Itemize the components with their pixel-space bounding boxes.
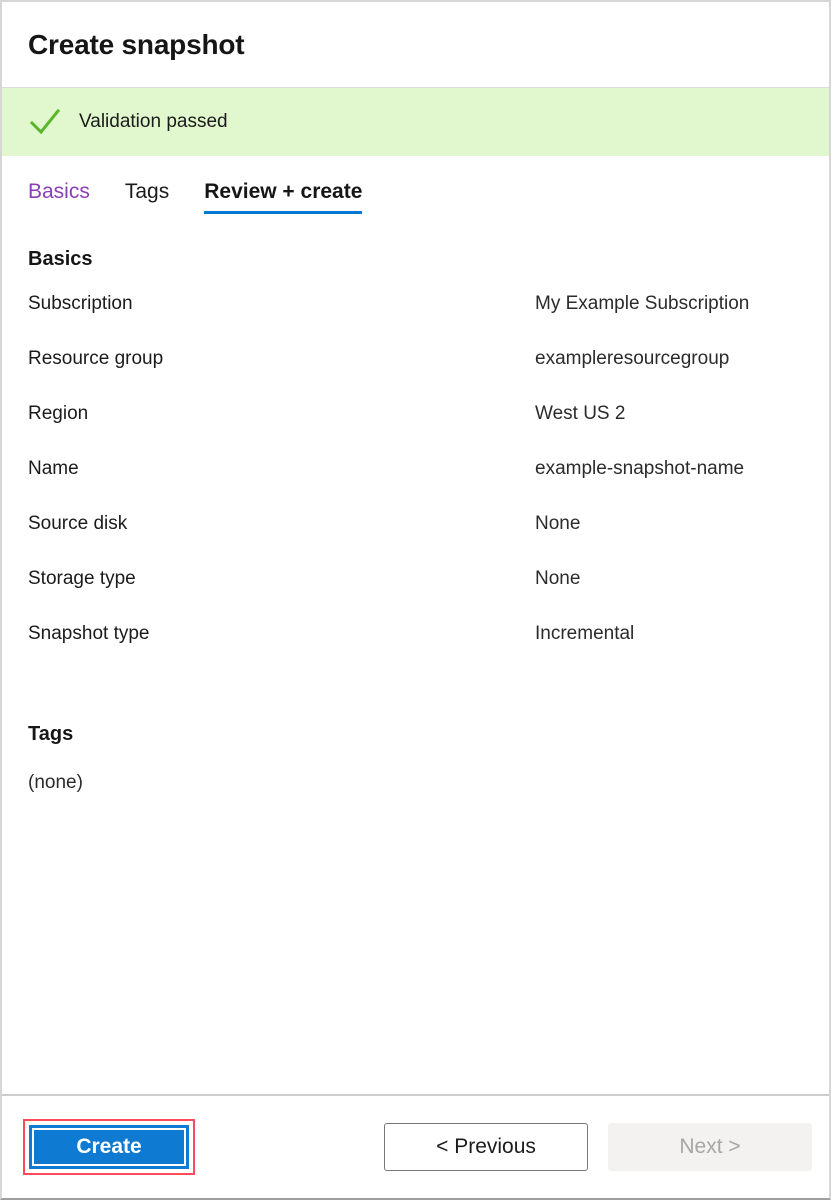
page-title: Create snapshot: [28, 29, 244, 61]
row-label-snapshot-type: Snapshot type: [28, 623, 535, 645]
table-row: Resource group exampleresourcegroup: [28, 348, 803, 403]
table-row: Name example-snapshot-name: [28, 458, 803, 513]
table-row: Region West US 2: [28, 403, 803, 458]
tab-review-create[interactable]: Review + create: [204, 179, 362, 214]
table-row: Source disk None: [28, 513, 803, 568]
validation-banner: Validation passed: [2, 88, 829, 156]
table-row: Snapshot type Incremental: [28, 623, 803, 678]
create-button-label: Create: [76, 1135, 141, 1159]
row-value-source-disk: None: [535, 513, 580, 535]
row-label-name: Name: [28, 458, 535, 480]
basics-summary-list: Subscription My Example Subscription Res…: [28, 293, 803, 678]
row-value-subscription: My Example Subscription: [535, 293, 749, 315]
blade-footer: Create < Previous Next >: [2, 1094, 829, 1198]
next-button: Next >: [608, 1123, 812, 1171]
create-snapshot-blade: Create snapshot Validation passed Basics…: [0, 0, 831, 1200]
basics-section-title: Basics: [28, 248, 803, 271]
next-button-label: Next >: [679, 1135, 740, 1159]
row-value-snapshot-type: Incremental: [535, 623, 634, 645]
create-button-highlight: Create: [23, 1119, 195, 1175]
wizard-nav-buttons: < Previous Next >: [384, 1123, 829, 1171]
blade-body: Basics Tags Review + create Basics Subsc…: [2, 156, 829, 794]
table-row: Storage type None: [28, 568, 803, 623]
tags-empty-text: (none): [28, 772, 803, 794]
checkmark-icon: [28, 105, 62, 139]
row-value-name: example-snapshot-name: [535, 458, 744, 480]
row-label-resource-group: Resource group: [28, 348, 535, 370]
row-label-source-disk: Source disk: [28, 513, 535, 535]
validation-banner-text: Validation passed: [79, 111, 228, 133]
wizard-tabs: Basics Tags Review + create: [28, 156, 803, 214]
create-button[interactable]: Create: [29, 1125, 189, 1169]
tags-section-title: Tags: [28, 723, 803, 746]
table-row: Subscription My Example Subscription: [28, 293, 803, 348]
row-value-resource-group: exampleresourcegroup: [535, 348, 729, 370]
row-value-region: West US 2: [535, 403, 625, 425]
previous-button-label: < Previous: [436, 1135, 536, 1159]
row-value-storage-type: None: [535, 568, 580, 590]
blade-header: Create snapshot: [2, 2, 829, 88]
tab-basics[interactable]: Basics: [28, 179, 90, 214]
row-label-subscription: Subscription: [28, 293, 535, 315]
previous-button[interactable]: < Previous: [384, 1123, 588, 1171]
tab-tags[interactable]: Tags: [125, 179, 169, 214]
row-label-region: Region: [28, 403, 535, 425]
row-label-storage-type: Storage type: [28, 568, 535, 590]
